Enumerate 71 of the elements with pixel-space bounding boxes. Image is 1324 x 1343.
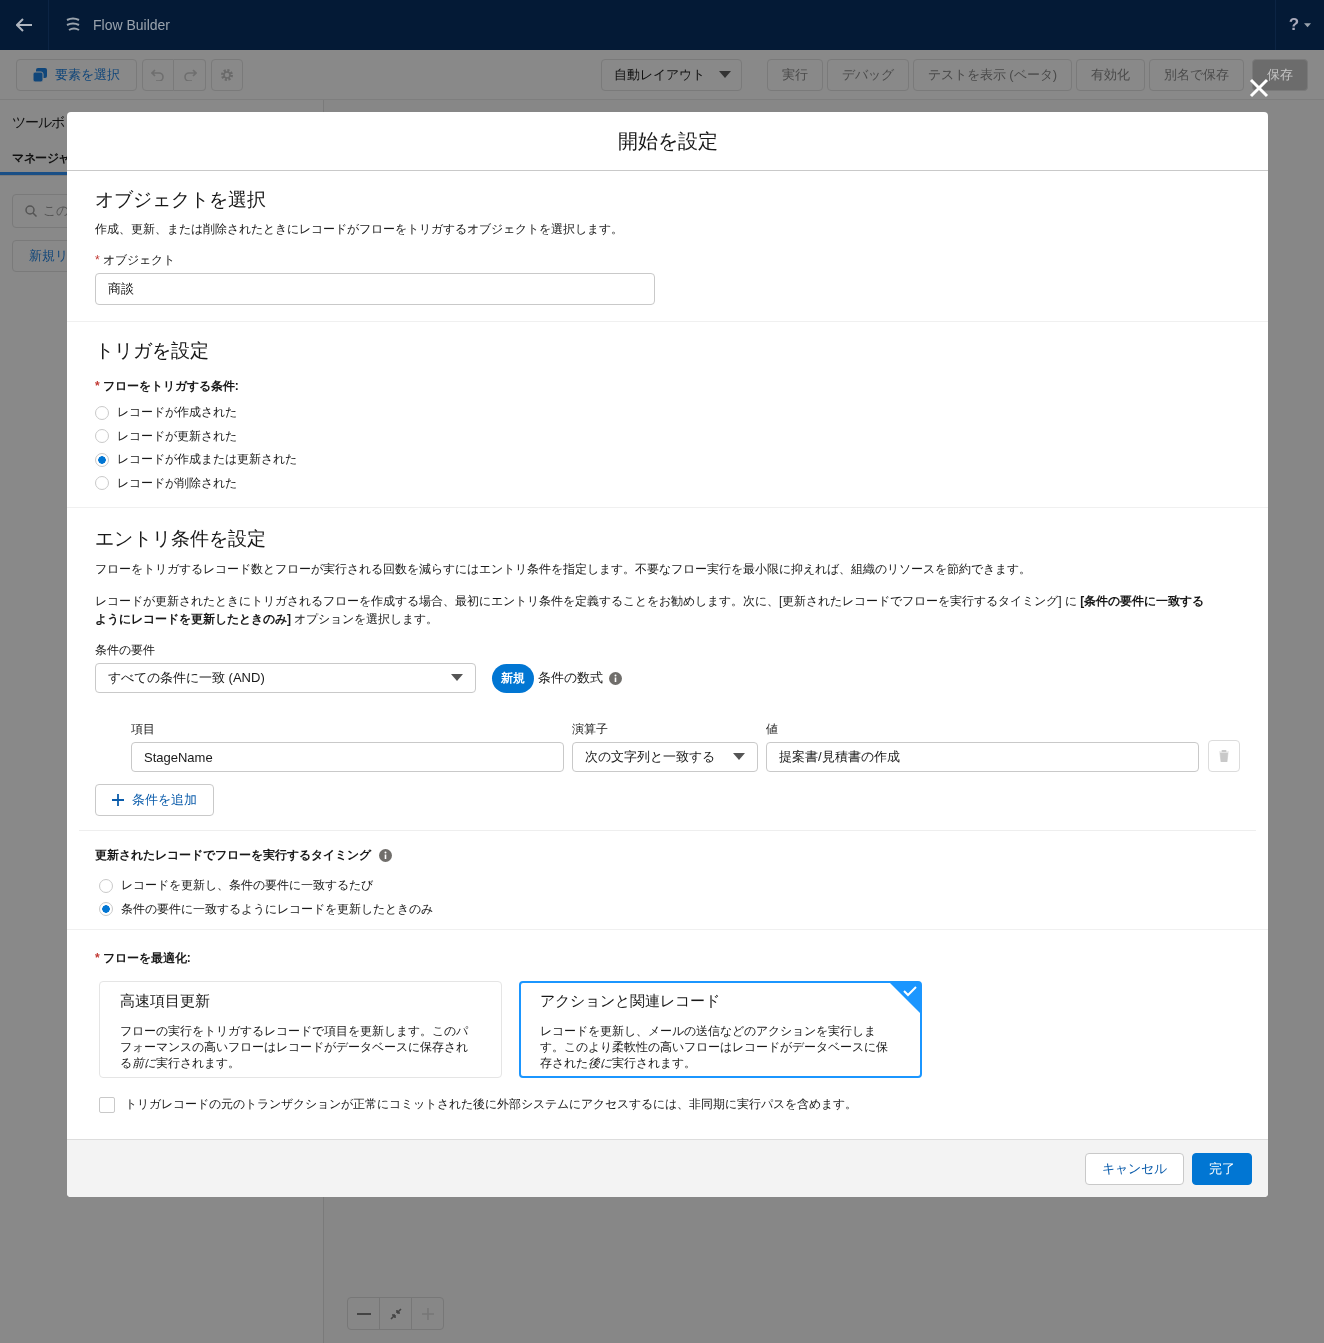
column-label: 値 xyxy=(766,721,779,738)
caret-icon xyxy=(718,70,731,79)
card-description: フローの実行をトリガするレコードで項目を更新します。このパフォーマンスの高いフローはレコードがデータベースに保存される前に実行されます。 xyxy=(120,1023,469,1071)
field-label: フローを最適化: xyxy=(102,951,191,965)
section-heading: トリガを設定 xyxy=(95,339,210,363)
section-description: 作成、更新、または削除されたときにレコードがフローをトリガするオブジェクトを選択します。 xyxy=(95,221,624,238)
field-label: 更新されたレコードでフローを実行するタイミング xyxy=(95,847,371,864)
cancel-button[interactable]: キャンセル xyxy=(1085,1152,1184,1185)
field-label-text: オブジェクト xyxy=(102,253,175,267)
trash-icon xyxy=(1219,750,1229,762)
radio-button[interactable] xyxy=(99,902,113,917)
done-button[interactable]: 完了 xyxy=(1192,1152,1252,1185)
required-mark: * xyxy=(95,951,100,965)
redo-button[interactable] xyxy=(174,58,206,91)
search-icon xyxy=(25,205,37,217)
object-input[interactable]: 商談 xyxy=(95,273,655,305)
gear-icon xyxy=(220,67,234,82)
back-arrow-icon[interactable] xyxy=(16,18,32,32)
card-description: レコードを更新し、メールの送信などのアクションを実行します。このより柔軟性の高いフローはレコードがデータベースに保存された後に実行されます。 xyxy=(540,1023,889,1071)
modal-title: 開始を設定 xyxy=(67,112,1268,171)
caret-icon xyxy=(451,674,463,682)
operator-dropdown[interactable]: 次の文字列と一致する xyxy=(572,742,758,772)
field-input[interactable]: StageName xyxy=(131,742,564,772)
radio-label: レコードが削除された xyxy=(117,474,237,492)
layout-dropdown[interactable]: 自動レイアウト xyxy=(600,58,742,91)
undo-button[interactable] xyxy=(142,58,174,91)
radio-label: レコードが更新された xyxy=(117,427,237,445)
delete-button[interactable] xyxy=(1208,740,1240,772)
caret-icon xyxy=(733,753,745,761)
caret-icon xyxy=(1304,22,1312,28)
help-paragraph: レコードが更新されたときにトリガされるフローを作成する場合、最初にエントリ条件を定義することをお勧めします。次に、[更新されたレコードでフローを実行するタイミング] に [条件の要件に一致するようにレコードを更新したときのみ] オプションを選択します。 xyxy=(95,593,1206,628)
condition-requirement-dropdown[interactable]: すべての条件に一致 (AND) xyxy=(95,663,476,693)
sidebar-title: ツールボ xyxy=(11,113,65,132)
select-elements-button[interactable]: 要素を選択 xyxy=(16,58,137,91)
radio-button[interactable] xyxy=(95,452,109,467)
required-mark: * xyxy=(95,253,100,267)
help-paragraph: フローをトリガするレコード数とフローが実行される回数を減らすにはエントリ条件を指定します。不要なフロー実行を最小限に抑えれば、組織のリソースを節約できます。 xyxy=(95,561,1032,578)
minus-icon xyxy=(356,1312,371,1315)
radio-label: レコードを更新し、条件の要件に一致するたび xyxy=(121,877,373,895)
info-icon xyxy=(609,671,622,685)
radio-label: 条件の要件に一致するようにレコードを更新したときのみ xyxy=(121,900,433,918)
radio-label: レコードが作成された xyxy=(117,404,237,422)
add-condition-button[interactable]: 条件を追加 xyxy=(95,784,214,816)
optimize-option-card[interactable]: 高速項目更新 フローの実行をトリガするレコードで項目を更新します。このパフォーマンスの高いフローはレコードがデータベースに保存される前に実行されます。 xyxy=(99,981,502,1078)
checkbox-label: トリガレコードの元のトランザクションが正常にコミットされた後に外部システムにアクセスするには、非同期に実行パスを含めます。 xyxy=(125,1096,857,1113)
redo-icon xyxy=(182,68,197,81)
new-badge: 新規 xyxy=(492,663,534,693)
card-title: アクションと関連レコード xyxy=(540,992,721,1011)
stacked-squares-icon xyxy=(33,67,47,82)
info-icon xyxy=(379,849,392,862)
optimize-option-card[interactable]: アクションと関連レコード レコードを更新し、メールの送信などのアクションを実行します。このより柔軟性の高いフローはレコードがデータベースに保存された後に実行されます。 xyxy=(519,981,922,1078)
check-icon xyxy=(890,983,920,1013)
field-label: フローをトリガする条件: xyxy=(102,379,239,393)
plus-icon xyxy=(112,794,124,806)
section-heading: オブジェクトを選択 xyxy=(95,188,267,212)
collapse-arrows-icon xyxy=(389,1307,402,1320)
undo-icon xyxy=(151,68,165,81)
section-heading: エントリ条件を設定 xyxy=(95,527,267,551)
card-title: 高速項目更新 xyxy=(120,992,211,1011)
column-label: 演算子 xyxy=(572,721,609,738)
flow-logo-icon xyxy=(65,17,81,33)
app-title: Flow Builder xyxy=(93,17,171,33)
value-input[interactable]: 提案書/見積書の作成 xyxy=(766,742,1199,772)
required-mark: * xyxy=(95,379,100,393)
field-label: 条件の要件 xyxy=(95,642,156,659)
checkbox[interactable] xyxy=(99,1096,115,1113)
column-label: 項目 xyxy=(131,721,156,738)
radio-label: レコードが作成または更新された xyxy=(117,451,297,469)
settings-button[interactable] xyxy=(211,58,243,91)
formula-label: 条件の数式 xyxy=(538,669,603,687)
close-icon[interactable] xyxy=(1249,78,1269,98)
